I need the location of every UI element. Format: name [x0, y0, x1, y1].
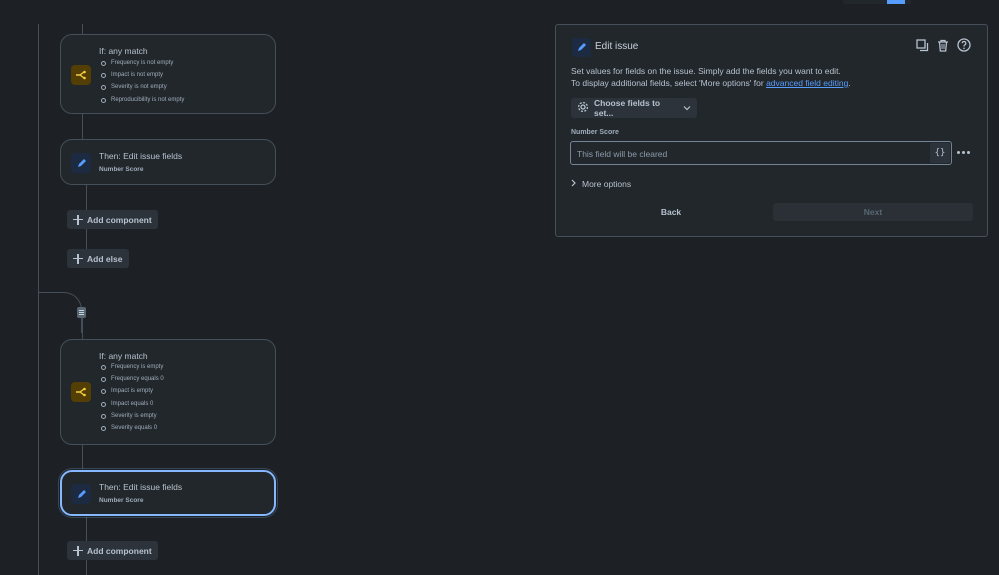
top-toolbar-active-button[interactable]	[887, 0, 905, 4]
pencil-icon	[572, 38, 591, 57]
condition-title: If: any match	[99, 46, 148, 56]
description-line-1: Set values for fields on the issue. Simp…	[571, 66, 841, 76]
choose-fields-label: Choose fields to set...	[594, 98, 661, 118]
add-component-label: Add component	[87, 214, 152, 225]
add-component-label: Add component	[87, 545, 152, 556]
action-subtitle: Number Score	[99, 166, 144, 173]
condition-list: Frequency is not empty Impact is not emp…	[101, 57, 184, 106]
condition-card-2[interactable]: If: any match Frequency is empty Frequen…	[60, 339, 276, 445]
more-actions-icon[interactable]	[957, 147, 971, 157]
branch-line-2b	[82, 445, 83, 470]
choose-fields-dropdown[interactable]: Choose fields to set...	[571, 98, 697, 118]
action-title: Then: Edit issue fields	[99, 482, 183, 492]
pencil-icon	[71, 484, 91, 504]
condition-card-1[interactable]: If: any match Frequency is not empty Imp…	[60, 34, 276, 114]
action-subtitle: Number Score	[99, 497, 144, 504]
panel-actions	[915, 38, 971, 52]
panel-title: Edit issue	[595, 41, 639, 52]
number-score-field-wrapper: {}	[570, 141, 952, 165]
duplicate-icon[interactable]	[915, 38, 929, 52]
branch-marker-icon[interactable]	[77, 307, 86, 318]
trash-icon[interactable]	[936, 38, 950, 52]
add-component-button[interactable]: Add component	[67, 541, 158, 560]
branch-icon	[71, 382, 91, 402]
branch-line-2a	[82, 318, 83, 339]
plus-icon	[73, 253, 83, 264]
branch-line-1d	[86, 229, 87, 249]
more-options-label: More options	[582, 179, 632, 189]
condition-item: Severity equals 0	[101, 422, 164, 434]
more-options-toggle[interactable]: More options	[571, 179, 631, 189]
gear-icon	[577, 101, 589, 115]
action-card-2-selected[interactable]: Then: Edit issue fields Number Score	[60, 470, 276, 516]
advanced-field-editing-link[interactable]: advanced field editing	[766, 78, 848, 88]
condition-item: Severity is empty	[101, 410, 164, 422]
add-component-button[interactable]: Add component	[67, 210, 158, 229]
description-line-2: To display additional fields, select 'Mo…	[571, 77, 981, 89]
condition-item: Impact equals 0	[101, 398, 164, 410]
back-button[interactable]: Back	[570, 203, 772, 221]
condition-item: Reproducibility is not empty	[101, 94, 184, 106]
action-title: Then: Edit issue fields	[99, 151, 183, 161]
add-else-label: Add else	[87, 253, 123, 264]
branch-curve	[38, 292, 82, 333]
branch-line-1a	[82, 24, 83, 34]
chevron-down-icon	[683, 103, 691, 113]
description-suffix: .	[848, 78, 851, 88]
description-line-2-text: To display additional fields, select 'Mo…	[571, 78, 767, 88]
condition-item: Frequency is not empty	[101, 57, 184, 69]
plus-icon	[73, 545, 83, 556]
condition-list: Frequency is empty Frequency equals 0 Im…	[101, 361, 164, 434]
branch-icon	[71, 65, 91, 85]
branch-line-2c	[86, 516, 87, 541]
branch-line-1b	[82, 114, 83, 139]
number-score-input[interactable]	[575, 145, 929, 163]
action-card-1[interactable]: Then: Edit issue fields Number Score	[60, 139, 276, 185]
branch-line-1c	[86, 185, 87, 210]
help-icon[interactable]	[957, 38, 971, 52]
branch-line-2d	[86, 560, 87, 575]
edit-issue-panel: Edit issue Set values for fields on the …	[555, 24, 988, 237]
condition-item: Impact is not empty	[101, 69, 184, 81]
plus-icon	[73, 214, 83, 225]
next-button[interactable]: Next	[773, 203, 973, 221]
condition-item: Severity is not empty	[101, 81, 184, 93]
condition-item: Frequency equals 0	[101, 373, 164, 385]
condition-item: Impact is empty	[101, 385, 164, 397]
panel-description: Set values for fields on the issue. Simp…	[571, 65, 981, 89]
add-else-button[interactable]: Add else	[67, 249, 129, 268]
number-score-label: Number Score	[571, 129, 619, 136]
condition-item: Frequency is empty	[101, 361, 164, 373]
pencil-icon	[71, 153, 91, 173]
condition-title: If: any match	[99, 351, 148, 361]
chevron-right-icon	[571, 179, 576, 189]
smart-value-button[interactable]: {}	[930, 143, 950, 163]
